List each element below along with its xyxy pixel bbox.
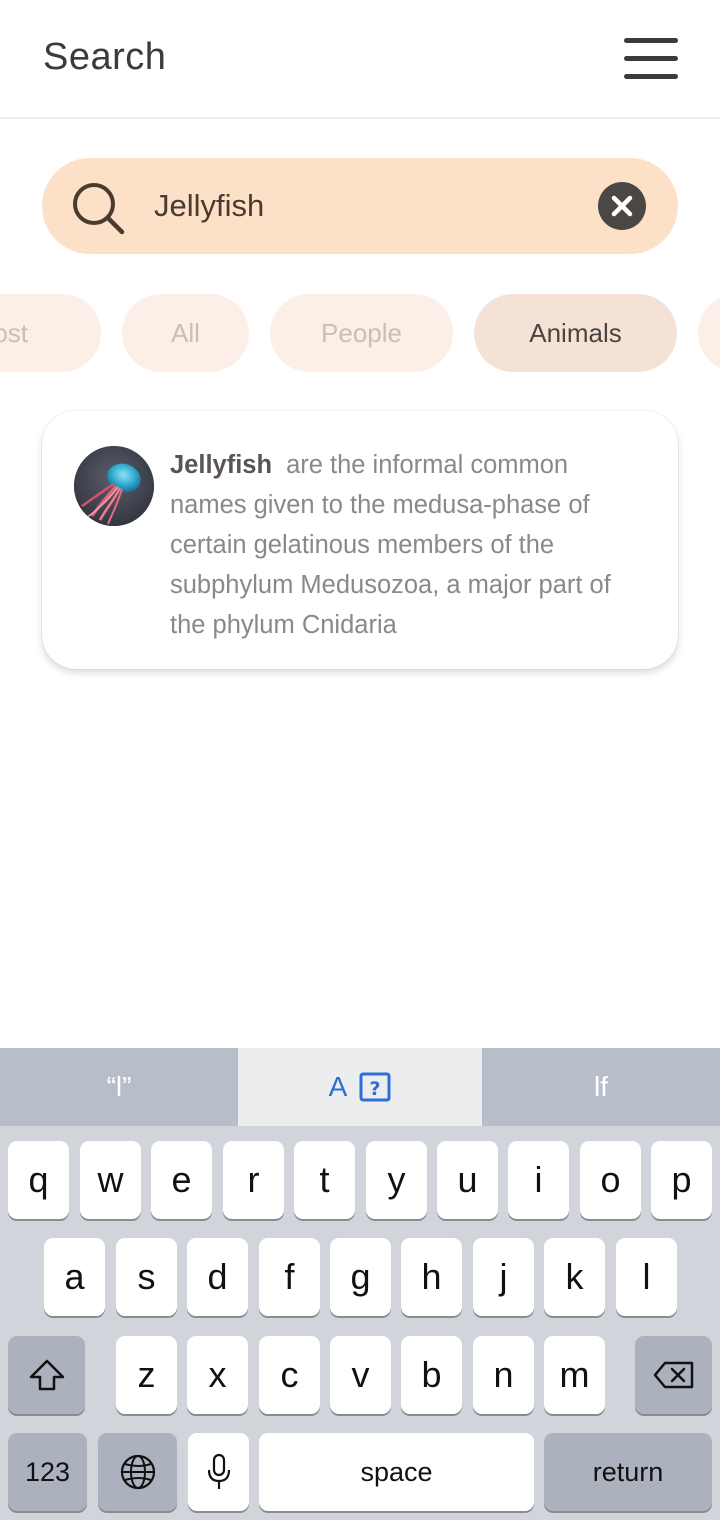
svg-text:?: ? [370,1078,381,1100]
key-z[interactable]: z [116,1336,177,1414]
key-y[interactable]: y [366,1141,427,1219]
globe-icon [120,1454,155,1490]
key-b[interactable]: b [401,1336,462,1414]
key-l[interactable]: l [616,1238,677,1316]
key-o[interactable]: o [580,1141,641,1219]
app-header: Search [0,0,720,119]
key-c[interactable]: c [259,1336,320,1414]
chip-label: Animals [529,317,622,348]
suggestion-3[interactable]: lf [482,1048,720,1126]
key-d[interactable]: d [187,1238,248,1316]
key-m[interactable]: m [544,1336,605,1414]
key-r[interactable]: r [223,1141,284,1219]
backspace-key[interactable] [635,1336,712,1414]
key-s[interactable]: s [116,1238,177,1316]
key-u[interactable]: u [437,1141,498,1219]
suggestion-label: A [328,1071,348,1102]
result-name: Jellyfish [170,451,273,479]
backspace-icon [653,1361,693,1389]
key-t[interactable]: t [294,1141,355,1219]
suggestion-1[interactable]: “l” [0,1048,238,1126]
unknown-word-icon: ? [359,1072,391,1102]
key-h[interactable]: h [401,1238,462,1316]
key-i[interactable]: i [508,1141,569,1219]
space-key[interactable]: space [259,1433,534,1511]
key-j[interactable]: j [473,1238,534,1316]
numbers-key[interactable]: 123 [8,1433,87,1511]
hamburger-menu-icon[interactable] [622,36,680,82]
microphone-key[interactable] [188,1433,249,1511]
page-title: Search [43,36,167,78]
chip-people[interactable]: People [270,294,453,372]
clear-search-button[interactable] [598,182,646,230]
return-key[interactable]: return [544,1433,712,1511]
key-q[interactable]: q [8,1141,69,1219]
suggestion-2[interactable]: A ? [238,1048,482,1126]
key-w[interactable]: w [80,1141,141,1219]
chip-all[interactable]: All [122,294,249,372]
search-result-card[interactable]: Jellyfish are the informal common names g… [42,411,678,669]
chip-animals[interactable]: Animals [474,294,677,372]
chip-label: People [321,317,402,348]
key-a[interactable]: a [44,1238,105,1316]
key-p[interactable]: p [651,1141,712,1219]
key-x[interactable]: x [187,1336,248,1414]
key-n[interactable]: n [473,1336,534,1414]
search-input[interactable] [154,184,574,228]
chip-more[interactable] [698,294,720,372]
key-k[interactable]: k [544,1238,605,1316]
result-text: Jellyfish are the informal common names g… [170,445,650,645]
jellyfish-photo [74,446,154,526]
result-description: are the informal common names given to t… [170,451,611,639]
keyboard-suggestions: “l” A ? lf [0,1048,720,1126]
globe-key[interactable] [98,1433,177,1511]
microphone-icon [207,1453,230,1489]
key-e[interactable]: e [151,1141,212,1219]
search-icon [73,183,125,235]
shift-key[interactable] [8,1336,85,1414]
on-screen-keyboard: “l” A ? lf q w e r t y u i o p a s d f g… [0,1048,720,1520]
suggestion-label: “l” [106,1071,132,1102]
key-v[interactable]: v [330,1336,391,1414]
key-f[interactable]: f [259,1238,320,1316]
suggestion-label: lf [594,1071,608,1102]
chip-label: Post [0,317,29,348]
close-icon [611,195,633,217]
filter-chips: Post All People Animals [0,294,720,372]
chip-post[interactable]: Post [0,294,101,372]
chip-label: All [171,317,200,348]
search-bar [42,158,678,254]
key-g[interactable]: g [330,1238,391,1316]
shift-icon [29,1359,64,1391]
jellyfish-avatar [74,446,154,526]
